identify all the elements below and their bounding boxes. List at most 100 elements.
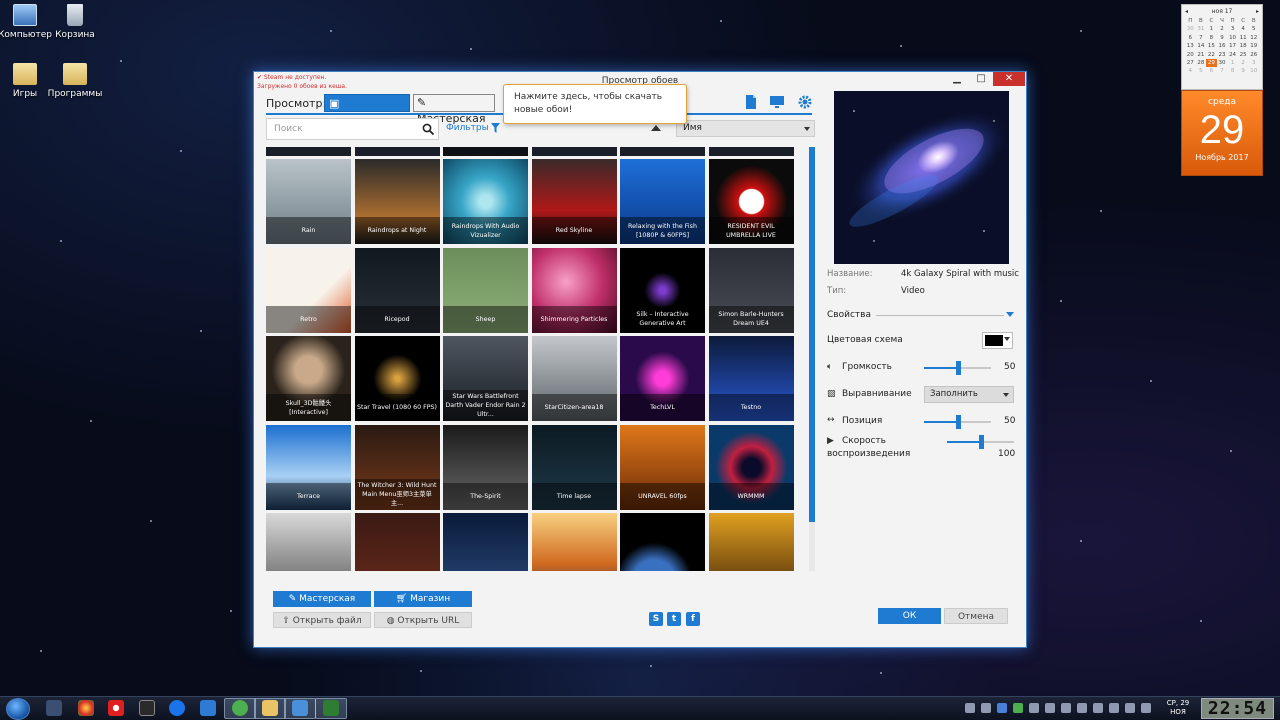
tray-icon[interactable] xyxy=(965,703,975,713)
show-desktop-icon[interactable] xyxy=(46,700,62,716)
flag-icon[interactable] xyxy=(1093,703,1103,713)
calendar-day-cell[interactable]: 13 xyxy=(1185,42,1196,50)
sort-select[interactable]: Имя xyxy=(676,120,815,137)
calendar-day-cell[interactable]: 29 xyxy=(1206,59,1217,68)
search-icon[interactable] xyxy=(422,123,435,136)
calendar-day-cell[interactable]: 2 xyxy=(1238,59,1249,67)
bluetooth-icon[interactable] xyxy=(997,703,1007,713)
wallpaper-tile[interactable] xyxy=(531,513,617,571)
calendar-day-cell[interactable]: 1 xyxy=(1206,25,1217,33)
maximize-button[interactable]: □ xyxy=(969,72,993,86)
tray-icon[interactable] xyxy=(1141,703,1151,713)
workshop-button[interactable]: ✎ Мастерская xyxy=(273,591,371,607)
tray-icon[interactable] xyxy=(981,703,991,713)
volume-slider[interactable] xyxy=(924,361,991,375)
facebook-icon[interactable]: f xyxy=(686,612,700,626)
wallpaper-tile[interactable]: Raindrops With Audio Vizualizer xyxy=(443,159,528,244)
calendar-day-cell[interactable]: 14 xyxy=(1196,42,1207,50)
calendar-day-cell[interactable]: 26 xyxy=(1248,51,1259,59)
calendar-day-cell[interactable]: 17 xyxy=(1227,42,1238,50)
shop-button[interactable]: 🛒︎ Магазин xyxy=(374,591,472,607)
wallpaper-tile[interactable] xyxy=(620,513,705,571)
speed-slider[interactable] xyxy=(947,435,1014,449)
steam-icon[interactable]: S xyxy=(649,612,663,626)
calendar-day-cell[interactable]: 5 xyxy=(1248,25,1259,33)
wallpaper-tile[interactable] xyxy=(620,147,705,156)
wallpaper-tile[interactable]: Testno xyxy=(708,336,794,421)
wallpaper-tile[interactable]: UNRAVEL 60fps xyxy=(620,424,705,510)
slider-handle[interactable] xyxy=(955,361,961,375)
prev-month-icon[interactable]: ◂ xyxy=(1185,8,1188,15)
calendar-day-cell[interactable]: 3 xyxy=(1227,25,1238,33)
volume-icon[interactable] xyxy=(1125,703,1135,713)
calendar-day-cell[interactable]: 18 xyxy=(1238,42,1249,50)
wallpaper-tile[interactable] xyxy=(266,513,351,571)
calendar-day-cell[interactable]: 7 xyxy=(1196,34,1207,42)
app-icon[interactable] xyxy=(200,700,216,716)
desktop-icon-recycle-bin[interactable]: Корзина xyxy=(37,4,113,40)
slider-handle[interactable] xyxy=(955,415,961,429)
search-input[interactable] xyxy=(267,119,415,139)
tab-workshop[interactable]: ✎ Мастерская xyxy=(413,94,495,125)
calendar-day-cell[interactable]: 25 xyxy=(1238,51,1249,59)
tray-icon[interactable] xyxy=(1061,703,1071,713)
calendar-day-cell[interactable]: 9 xyxy=(1217,34,1228,42)
ok-button[interactable]: ОК xyxy=(878,608,941,624)
sort-direction-icon[interactable] xyxy=(651,125,661,131)
wallpaper-tile[interactable]: Retro xyxy=(266,247,351,333)
calendar-day-cell[interactable]: 8 xyxy=(1227,67,1238,75)
network-icon[interactable] xyxy=(1109,703,1119,713)
calendar-day-cell[interactable]: 6 xyxy=(1185,34,1196,42)
calendar-day-cell[interactable]: 4 xyxy=(1185,67,1196,75)
opera-icon[interactable] xyxy=(108,700,124,716)
open-url-button[interactable]: ◍ Открыть URL xyxy=(374,612,472,628)
search-field[interactable] xyxy=(266,118,439,140)
wallpaper-tile[interactable] xyxy=(708,513,794,571)
wallpaper-tile[interactable]: Skull_3D骷髅头 [Interactive] xyxy=(266,336,351,421)
calendar-day-cell[interactable]: 30 xyxy=(1217,59,1228,67)
wallpaper-tile[interactable]: The-Spirit xyxy=(443,424,528,510)
calendar-day-cell[interactable]: 24 xyxy=(1227,51,1238,59)
wallpaper-tile[interactable]: RESIDENT EVIL UMBRELLA LIVE xyxy=(708,159,794,244)
wallpaper-tile[interactable]: TechLVL xyxy=(620,336,705,421)
tab-installed[interactable]: ▣ Установлено xyxy=(324,94,410,128)
wallpaper-tile[interactable] xyxy=(531,147,617,156)
twitter-icon[interactable]: t xyxy=(667,612,681,626)
wallpaper-tile[interactable]: Raindrops at Night xyxy=(354,159,440,244)
tray-icon[interactable] xyxy=(1077,703,1087,713)
wallpaper-tile[interactable]: Star Wars Battlefront Darth Vader Endor … xyxy=(443,336,528,421)
cancel-button[interactable]: Отмена xyxy=(944,608,1008,624)
keyboard-icon[interactable] xyxy=(1045,703,1055,713)
calendar-day-cell[interactable]: 7 xyxy=(1217,67,1228,75)
wallpaper-tile[interactable]: Simon Barle-Hunters Dream UE4 xyxy=(708,247,794,333)
calendar-day-cell[interactable]: 15 xyxy=(1206,42,1217,50)
app-icon[interactable] xyxy=(139,700,155,716)
calendar-day-cell[interactable]: 10 xyxy=(1227,34,1238,42)
wallpaper-tile[interactable] xyxy=(443,513,528,571)
calendar-day-cell[interactable]: 9 xyxy=(1238,67,1249,75)
wallpaper-tile[interactable]: Sheep xyxy=(443,247,528,333)
grid-scrollbar[interactable] xyxy=(809,147,815,571)
wallpaper-tile[interactable] xyxy=(708,147,794,156)
calendar-day-cell[interactable]: 21 xyxy=(1196,51,1207,59)
wallpaper-tile[interactable] xyxy=(354,147,440,156)
minimize-button[interactable]: ▁ xyxy=(945,72,969,86)
calendar-day-cell[interactable]: 12 xyxy=(1248,34,1259,42)
browser-icon[interactable] xyxy=(169,700,185,716)
calendar-day-cell[interactable]: 11 xyxy=(1238,34,1249,42)
next-month-icon[interactable]: ▸ xyxy=(1256,8,1259,15)
tray-icon[interactable] xyxy=(1029,703,1039,713)
calendar-day-cell[interactable]: 10 xyxy=(1248,67,1259,75)
clock-gadget[interactable]: 22:54 xyxy=(1201,698,1274,719)
calendar-day-cell[interactable]: 16 xyxy=(1217,42,1228,50)
wallpaper-tile[interactable]: Shimmering Particles xyxy=(531,247,617,333)
gear-icon[interactable] xyxy=(797,94,813,110)
alignment-select[interactable]: Заполнить xyxy=(924,386,1014,403)
monitor-icon[interactable] xyxy=(769,94,785,110)
calendar-day-cell[interactable]: 23 xyxy=(1217,51,1228,59)
wallpaper-tile[interactable]: Rain xyxy=(266,159,351,244)
color-scheme-picker[interactable] xyxy=(982,332,1013,349)
chrome-icon[interactable] xyxy=(78,700,94,716)
close-button[interactable]: ✕ xyxy=(993,72,1025,86)
wallpaper-tile[interactable]: Red Skyline xyxy=(531,159,617,244)
